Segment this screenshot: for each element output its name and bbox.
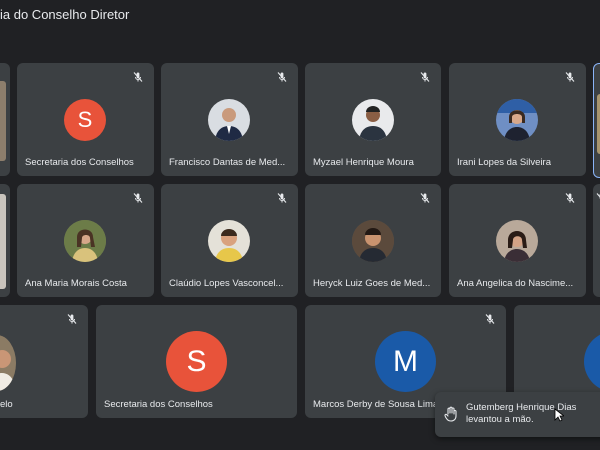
mic-off-icon	[565, 193, 575, 203]
participant-tile-partial-right[interactable]	[593, 63, 600, 178]
mic-off-icon	[277, 72, 287, 82]
participant-name: Marcos Derby de Sousa Lima	[313, 399, 439, 410]
participant-photo	[496, 99, 538, 141]
participant-tile[interactable]: Myzael Henrique Moura	[305, 63, 441, 176]
avatar-initial: S	[64, 99, 106, 141]
participant-photo	[64, 220, 106, 262]
mic-off-icon	[596, 193, 600, 199]
notification-text: Gutemberg Henrique Dias levantou a mão.	[466, 402, 577, 425]
participant-name: Myzael Henrique Moura	[313, 157, 414, 168]
participant-name: Secretaria dos Conselhos	[25, 157, 134, 168]
mic-off-icon	[420, 72, 430, 82]
mic-off-icon	[133, 72, 143, 82]
participant-tile[interactable]: Heryck Luiz Goes de Med...	[305, 184, 441, 297]
participant-tile[interactable]: S Secretaria dos Conselhos	[17, 63, 154, 176]
participant-tile-partial-left[interactable]	[0, 184, 10, 297]
mic-off-icon	[133, 193, 143, 203]
participant-photo	[0, 335, 16, 391]
participant-photo	[0, 81, 6, 161]
avatar-initial: S	[166, 331, 227, 392]
participant-tile[interactable]: Ana Maria Morais Costa	[17, 184, 154, 297]
participant-tile[interactable]: elo	[0, 305, 88, 418]
raise-hand-notification[interactable]: Gutemberg Henrique Dias levantou a mão.	[435, 392, 600, 437]
raise-hand-icon	[444, 406, 457, 422]
meeting-title: ia do Conselho Diretor	[0, 7, 130, 22]
participant-name: Ana Maria Morais Costa	[25, 278, 127, 289]
participant-name: Claúdio Lopes Vasconcel...	[169, 278, 284, 289]
participant-name: Irani Lopes da Silveira	[457, 157, 551, 168]
participant-photo	[208, 220, 250, 262]
mic-off-icon	[277, 193, 287, 203]
participant-tile-partial-left[interactable]	[0, 63, 10, 176]
participant-tile[interactable]: Irani Lopes da Silveira	[449, 63, 586, 176]
mic-off-icon	[420, 193, 430, 203]
participant-photo	[352, 99, 394, 141]
participant-name: Ana Angelica do Nascime...	[457, 278, 574, 289]
participant-photo	[0, 194, 6, 289]
participant-tile[interactable]: S Secretaria dos Conselhos	[96, 305, 297, 418]
participant-name: Secretaria dos Conselhos	[104, 399, 213, 410]
participant-photo	[352, 220, 394, 262]
participant-tile[interactable]: Francisco Dantas de Med...	[161, 63, 298, 176]
mic-off-icon	[485, 314, 495, 324]
participant-name: Heryck Luiz Goes de Med...	[313, 278, 431, 289]
participant-tile[interactable]: Ana Angelica do Nascime...	[449, 184, 586, 297]
participant-tile[interactable]: Claúdio Lopes Vasconcel...	[161, 184, 298, 297]
avatar-initial-partial	[584, 331, 600, 392]
participant-photo	[496, 220, 538, 262]
avatar-initial: M	[375, 331, 436, 392]
mouse-cursor-icon	[554, 408, 564, 422]
mic-off-icon	[67, 314, 77, 324]
participant-photo	[208, 99, 250, 141]
mic-off-icon	[565, 72, 575, 82]
participant-name: Francisco Dantas de Med...	[169, 157, 286, 168]
participant-tile-partial-right[interactable]	[593, 184, 600, 297]
participant-name: elo	[0, 399, 13, 410]
